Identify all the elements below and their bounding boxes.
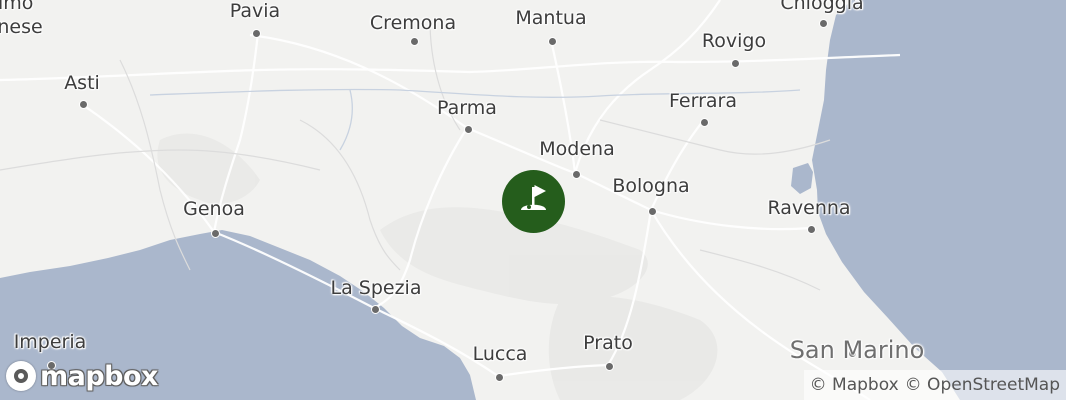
golf-course-marker[interactable] <box>502 170 565 233</box>
city-label-ravenna: Ravenna <box>767 197 851 219</box>
attribution-mapbox-link[interactable]: © Mapbox <box>810 375 899 395</box>
mapbox-logo[interactable]: mapbox <box>6 356 158 396</box>
city-label-rovigo: Rovigo <box>701 30 767 52</box>
city-label-genoa: Genoa <box>183 198 245 220</box>
attribution-osm-link[interactable]: © OpenStreetMap <box>905 375 1060 395</box>
city-label-san-marino: San Marino <box>789 336 925 364</box>
city-dot-genoa <box>210 228 220 238</box>
city-label-pavia: Pavia <box>229 0 281 22</box>
city-dot-la-spezia <box>370 304 380 314</box>
city-label-parma: Parma <box>437 97 497 119</box>
city-dot-pavia <box>251 28 261 38</box>
golf-flag-icon <box>521 185 546 210</box>
city-label-fragment-left: nese <box>0 16 43 38</box>
city-dot-ferrara <box>699 117 709 127</box>
city-dot-asti <box>78 99 88 109</box>
city-label-asti: Asti <box>64 72 100 94</box>
city-label-prato: Prato <box>583 332 633 354</box>
mapbox-logo-icon <box>6 361 36 391</box>
city-label-fragment-top: timo <box>0 0 34 14</box>
city-dot-prato <box>604 361 614 371</box>
city-label-cremona: Cremona <box>369 12 457 34</box>
mapbox-logo-text: mapbox <box>40 360 158 392</box>
map-view[interactable]: timo nese Pavia Cremona Mantua Chioggia … <box>0 0 1066 400</box>
city-dot-cremona <box>409 36 419 46</box>
city-label-modena: Modena <box>539 138 615 160</box>
city-label-lucca: Lucca <box>472 343 528 365</box>
city-label-mantua: Mantua <box>515 7 587 29</box>
city-dot-lucca <box>494 372 504 382</box>
city-label-ferrara: Ferrara <box>669 90 737 112</box>
city-label-chioggia: Chioggia <box>780 0 864 14</box>
city-dot-parma <box>463 124 473 134</box>
city-dot-chioggia <box>818 18 828 28</box>
city-label-imperia: Imperia <box>13 331 87 353</box>
city-label-la-spezia: La Spezia <box>330 277 422 299</box>
city-label-bologna: Bologna <box>612 175 690 197</box>
city-dot-rovigo <box>730 58 740 68</box>
city-dot-modena <box>571 169 581 179</box>
city-dot-bologna <box>647 206 657 216</box>
map-attribution: © Mapbox © OpenStreetMap <box>803 370 1066 400</box>
city-dot-mantua <box>547 36 557 46</box>
city-dot-ravenna <box>806 224 816 234</box>
